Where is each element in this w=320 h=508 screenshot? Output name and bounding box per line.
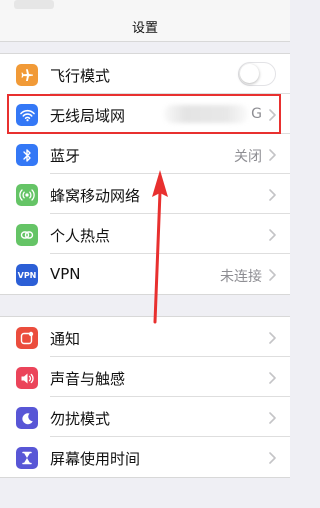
settings-row-cellular[interactable]: 蜂窝移动网络 (0, 174, 290, 214)
vpn-icon-text: VPN (17, 270, 37, 280)
airplane-icon (16, 64, 38, 86)
row-label: VPN (50, 265, 81, 283)
row-label: 通知 (50, 330, 81, 348)
chevron-right-icon (269, 372, 276, 384)
settings-group-connectivity: 飞行模式 无线局域网 G 蓝牙 关闭 蜂窝移动网络 个人热点 VPN VPN 未… (0, 53, 290, 295)
chevron-right-icon (269, 229, 276, 241)
settings-row-hotspot[interactable]: 个人热点 (0, 214, 290, 254)
chevron-right-icon (269, 149, 276, 161)
chevron-right-icon (269, 189, 276, 201)
row-value: G (251, 106, 262, 122)
settings-row-do-not-disturb[interactable]: 勿扰模式 (0, 397, 290, 437)
navigation-bar: 设置 (0, 10, 290, 42)
row-label: 蓝牙 (50, 147, 81, 165)
cellular-icon (16, 184, 38, 206)
redacted-network-name (164, 105, 248, 123)
hourglass-icon (16, 447, 38, 469)
status-bar-blur (14, 0, 54, 9)
chevron-right-icon (269, 269, 276, 281)
row-label: 蜂窝移动网络 (50, 187, 141, 205)
row-label: 无线局域网 (50, 107, 126, 125)
settings-group-notifications: 通知 声音与触感 勿扰模式 屏幕使用时间 (0, 316, 290, 478)
settings-row-vpn[interactable]: VPN VPN 未连接 (0, 254, 290, 294)
notifications-icon (16, 327, 38, 349)
row-label: 勿扰模式 (50, 410, 111, 428)
airplane-mode-toggle[interactable] (238, 62, 276, 86)
settings-row-screen-time[interactable]: 屏幕使用时间 (0, 437, 290, 477)
page-title: 设置 (131, 21, 158, 36)
settings-row-sounds[interactable]: 声音与触感 (0, 357, 290, 397)
wifi-icon (16, 104, 38, 126)
settings-row-airplane-mode[interactable]: 飞行模式 (0, 54, 290, 94)
row-value: 未连接 (220, 269, 262, 285)
settings-row-notifications[interactable]: 通知 (0, 317, 290, 357)
vpn-icon: VPN (16, 264, 38, 286)
row-label: 飞行模式 (50, 67, 111, 85)
row-label: 个人热点 (50, 227, 111, 245)
settings-row-wifi[interactable]: 无线局域网 G (0, 94, 290, 134)
chevron-right-icon (269, 452, 276, 464)
chevron-right-icon (269, 109, 276, 121)
row-value: 关闭 (234, 149, 262, 165)
toggle-knob (240, 64, 259, 83)
hotspot-icon (16, 224, 38, 246)
status-bar (0, 0, 290, 10)
row-label: 屏幕使用时间 (50, 450, 141, 468)
sound-icon (16, 367, 38, 389)
bluetooth-icon (16, 144, 38, 166)
chevron-right-icon (269, 412, 276, 424)
chevron-right-icon (269, 332, 276, 344)
settings-row-bluetooth[interactable]: 蓝牙 关闭 (0, 134, 290, 174)
row-label: 声音与触感 (50, 370, 126, 388)
moon-icon (16, 407, 38, 429)
